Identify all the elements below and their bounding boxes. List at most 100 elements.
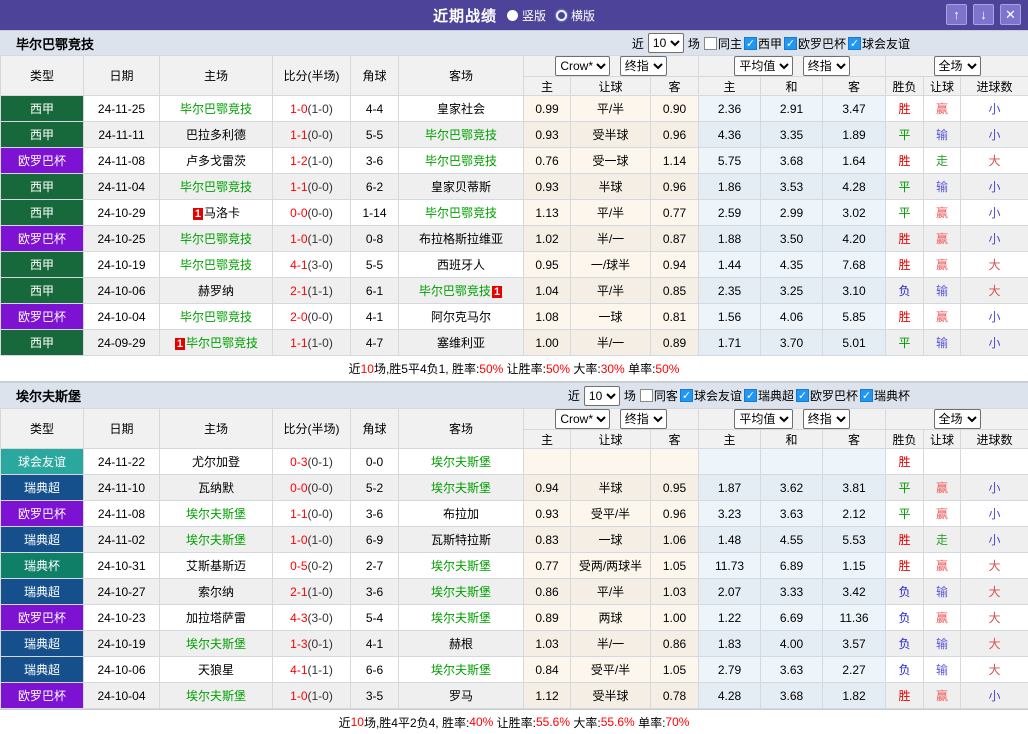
league-filter-checkbox[interactable]: ✓球会友谊 — [848, 35, 910, 52]
scope-select[interactable]: 全场 — [934, 56, 981, 76]
away-team-cell: 埃尔夫斯堡 — [399, 475, 524, 501]
team-name: 毕尔巴鄂竞技 — [180, 102, 252, 116]
result-outcome: 平 — [886, 475, 924, 501]
layout-radio-vertical[interactable]: 竖版 — [507, 7, 546, 24]
avg-draw-odds — [761, 449, 823, 475]
avg-home-odds — [699, 449, 761, 475]
checkbox-unchecked-icon[interactable] — [704, 37, 717, 50]
halftime-score: (0-1) — [308, 455, 333, 469]
move-down-button[interactable]: ↓ — [973, 4, 994, 25]
same-venue-checkbox[interactable]: 同主 — [704, 35, 742, 52]
checkbox-checked-icon[interactable]: ✓ — [744, 389, 757, 402]
odds-home: 1.04 — [524, 278, 571, 304]
halftime-score: (0-0) — [308, 310, 333, 324]
match-row: 欧罗巴杯24-11-08卢多戈雷茨1-2(1-0)3-6毕尔巴鄂竞技0.76受一… — [1, 148, 1028, 174]
handicap-line: 半球 — [571, 174, 651, 200]
final-average-select[interactable]: 终指 — [803, 409, 850, 429]
home-team-cell: 毕尔巴鄂竞技 — [160, 252, 273, 278]
avg-home-odds: 1.87 — [699, 475, 761, 501]
team-name: 尤尔加登 — [192, 455, 240, 469]
result-goals: 小 — [961, 96, 1028, 122]
avg-home-odds: 1.22 — [699, 605, 761, 631]
avg-home-odds: 2.35 — [699, 278, 761, 304]
result-handicap — [924, 449, 961, 475]
checkbox-checked-icon[interactable]: ✓ — [680, 389, 693, 402]
match-count-select[interactable]: 10 — [648, 33, 684, 53]
corner-score: 5-5 — [351, 122, 399, 148]
away-team-cell: 埃尔夫斯堡 — [399, 553, 524, 579]
move-up-button[interactable]: ↑ — [946, 4, 967, 25]
filter-suffix-label: 场 — [624, 387, 636, 404]
radio-unselected-icon[interactable] — [556, 10, 567, 21]
checkbox-label: 球会友谊 — [862, 35, 910, 52]
summary-stat-value: 55.6% — [536, 715, 570, 729]
average-select[interactable]: 平均值 — [734, 409, 793, 429]
checkbox-checked-icon[interactable]: ✓ — [744, 37, 757, 50]
summary-text: 场,胜5平4负1, 胜率: — [374, 360, 479, 377]
league-filter-checkbox[interactable]: ✓欧罗巴杯 — [796, 387, 858, 404]
match-date: 24-10-06 — [84, 278, 160, 304]
avg-home-odds: 1.71 — [699, 330, 761, 356]
handicap-line: 受半球 — [571, 683, 651, 709]
league-filter-checkbox[interactable]: ✓欧罗巴杯 — [784, 35, 846, 52]
same-venue-checkbox[interactable]: 同客 — [640, 387, 678, 404]
avg-away-odds — [823, 449, 886, 475]
result-handicap: 赢 — [924, 96, 961, 122]
handicap-line: 受两/两球半 — [571, 553, 651, 579]
odds-home: 1.02 — [524, 226, 571, 252]
odds-home: 0.93 — [524, 501, 571, 527]
league-badge: 欧罗巴杯 — [1, 148, 84, 174]
checkbox-checked-icon[interactable]: ✓ — [848, 37, 861, 50]
avg-draw-odds: 3.50 — [761, 226, 823, 252]
final-odds-select[interactable]: 终指 — [620, 56, 667, 76]
odds-home: 0.84 — [524, 657, 571, 683]
scope-group-header: 全场 — [886, 56, 1028, 77]
final-odds-select[interactable]: 终指 — [620, 409, 667, 429]
average-select[interactable]: 平均值 — [734, 56, 793, 76]
red-card-icon: 1 — [492, 286, 502, 298]
league-badge: 欧罗巴杯 — [1, 501, 84, 527]
league-badge: 西甲 — [1, 278, 84, 304]
fulltime-score: 0-0 — [290, 481, 307, 495]
match-row: 西甲24-10-06赫罗纳2-1(1-1)6-1毕尔巴鄂竞技11.04平/半0.… — [1, 278, 1028, 304]
checkbox-unchecked-icon[interactable] — [640, 389, 653, 402]
league-filter-checkbox[interactable]: ✓瑞典超 — [744, 387, 794, 404]
checkbox-checked-icon[interactable]: ✓ — [784, 37, 797, 50]
sub-header-outcome: 胜负 — [886, 430, 924, 449]
result-outcome: 平 — [886, 330, 924, 356]
team-name: 毕尔巴鄂竞技 — [425, 206, 497, 220]
layout-radio-horizontal[interactable]: 横版 — [556, 7, 595, 24]
league-filter-checkbox[interactable]: ✓球会友谊 — [680, 387, 742, 404]
odds-source-select[interactable]: Crow* — [555, 409, 610, 429]
odds-source-select[interactable]: Crow* — [555, 56, 610, 76]
score-cell: 1-1(0-0) — [273, 122, 351, 148]
close-button[interactable]: ✕ — [1000, 4, 1021, 25]
scope-select[interactable]: 全场 — [934, 409, 981, 429]
team-name: 巴拉多利德 — [186, 128, 246, 142]
league-filter-checkbox[interactable]: ✓西甲 — [744, 35, 782, 52]
section-summary: 近10场,胜5平4负1, 胜率:50% 让胜率:50% 大率:30% 单率:50… — [0, 356, 1028, 382]
avg-home-odds: 1.86 — [699, 174, 761, 200]
corner-score: 5-2 — [351, 475, 399, 501]
fulltime-score: 4-1 — [290, 663, 307, 677]
sub-header-handicap: 让球 — [571, 77, 651, 96]
avg-away-odds: 3.42 — [823, 579, 886, 605]
team-name: 埃尔夫斯堡 — [431, 455, 491, 469]
avg-home-odds: 1.88 — [699, 226, 761, 252]
summary-stat-value: 40% — [469, 715, 493, 729]
match-row: 西甲24-11-11巴拉多利德1-1(0-0)5-5毕尔巴鄂竞技0.93受半球0… — [1, 122, 1028, 148]
result-goals: 小 — [961, 683, 1028, 709]
result-handicap: 输 — [924, 657, 961, 683]
checkbox-checked-icon[interactable]: ✓ — [860, 389, 873, 402]
match-count-select[interactable]: 10 — [584, 386, 620, 406]
avg-away-odds: 1.82 — [823, 683, 886, 709]
league-filter-checkbox[interactable]: ✓瑞典杯 — [860, 387, 910, 404]
radio-selected-icon[interactable] — [507, 10, 518, 21]
team-name: 赫罗纳 — [198, 284, 234, 298]
score-cell: 1-0(1-0) — [273, 226, 351, 252]
final-average-select[interactable]: 终指 — [803, 56, 850, 76]
average-group-header: 平均值 终指 — [699, 409, 886, 430]
halftime-score: (1-0) — [308, 232, 333, 246]
checkbox-checked-icon[interactable]: ✓ — [796, 389, 809, 402]
team-name: 毕尔巴鄂竞技 — [180, 310, 252, 324]
